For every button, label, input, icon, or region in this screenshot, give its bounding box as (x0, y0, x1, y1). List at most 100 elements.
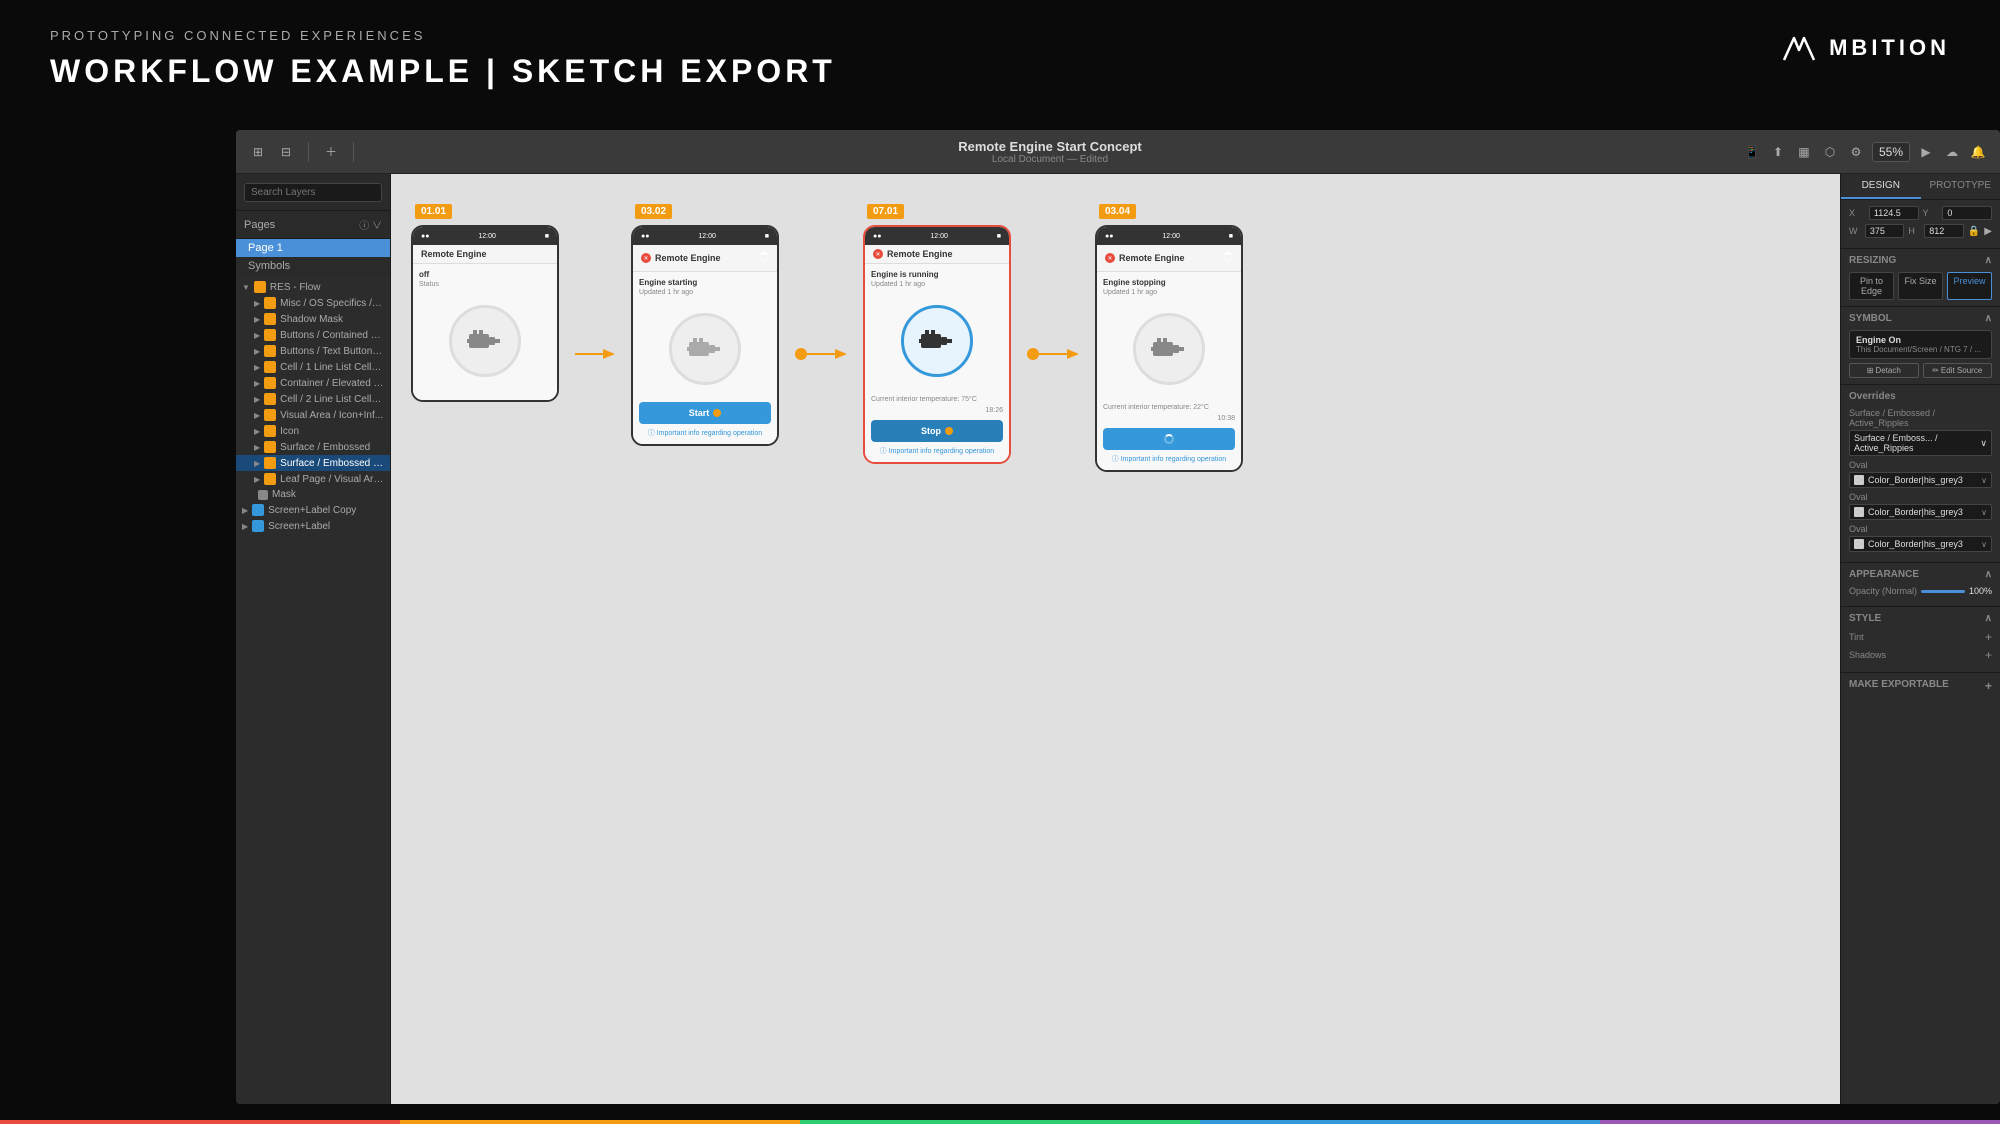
opacity-slider[interactable] (1921, 590, 1965, 593)
lock-ratio-icon[interactable]: 🔒 (1968, 226, 1980, 237)
override-label-2: Oval (1849, 460, 1992, 470)
toolbar-play-icon[interactable]: ▶ (1916, 142, 1936, 162)
layer-res-flow[interactable]: ▼ RES - Flow (236, 279, 390, 295)
loading-spinner-4 (1223, 252, 1233, 262)
layer-misc-os[interactable]: ▶ Misc / OS Specifics / I... (236, 295, 390, 311)
layer-icon (264, 361, 276, 373)
xy-row: X 1124.5 Y 0 (1849, 206, 1992, 220)
override-item-1: Surface / Embossed / Active_Ripples Surf… (1849, 408, 1992, 456)
layer-container-elevated[interactable]: ▶ Container / Elevated S... (236, 375, 390, 391)
phone-status-msg-2: Engine starting (639, 278, 771, 287)
style-collapse-icon[interactable]: ∧ (1985, 613, 1992, 624)
resizing-collapse-icon[interactable]: ∧ (1985, 255, 1992, 266)
x-value[interactable]: 1124.5 (1869, 206, 1919, 220)
zoom-level[interactable]: 55% (1872, 142, 1910, 162)
toolbar-connect-icon[interactable]: ⬡ (1820, 142, 1840, 162)
toolbar-more-icons[interactable]: ⚙ (1846, 142, 1866, 162)
symbols-page-item[interactable]: Symbols (236, 257, 390, 275)
fix-size-btn[interactable]: Fix Size (1898, 272, 1943, 300)
export-section: MAKE EXPORTABLE + (1841, 673, 2000, 703)
layer-cell-2line[interactable]: ▶ Cell / 2 Line List Cell /... (236, 391, 390, 407)
page-1-item[interactable]: Page 1 (236, 239, 390, 257)
pin-to-edge-btn[interactable]: Pin to Edge (1849, 272, 1894, 300)
layer-mask[interactable]: Mask (236, 487, 390, 502)
phone-status-sub-4: Updated 1 hr ago (1103, 289, 1235, 296)
layer-cell-1line[interactable]: ▶ Cell / 1 Line List Cell /... (236, 359, 390, 375)
edit-source-btn[interactable]: ✏ Edit Source (1923, 363, 1993, 378)
toolbar-view-icon-1[interactable]: ⊞ (248, 142, 268, 162)
phone-battery-1: ■ (545, 233, 549, 240)
toolbar-layout-icon[interactable]: ▦ (1794, 142, 1814, 162)
resizing-label: RESIZING (1849, 255, 1896, 266)
layer-buttons-text[interactable]: ▶ Buttons / Text Button /... (236, 343, 390, 359)
export-add-btn[interactable]: + (1985, 679, 1992, 693)
phone-status-bar-2: ●● 12:00 ■ (633, 227, 777, 245)
shadows-label: Shadows (1849, 650, 1886, 660)
phone-body-4: Engine stopping Updated 1 hr ago (1097, 272, 1241, 470)
phone-battery-3: ■ (997, 233, 1001, 240)
toolbar-notification-icon[interactable]: 🔔 (1968, 142, 1988, 162)
toolbar-device-icon[interactable]: 📱 (1742, 142, 1762, 162)
flow-step-2: 03.02 ●● 12:00 ■ ✕ Remote Engine (631, 204, 779, 446)
engine-circle-4 (1133, 313, 1205, 385)
flip-icon[interactable]: ▶ (1984, 226, 1992, 237)
layer-surface-embossed-selected[interactable]: ▶ Surface / Embossed /... (236, 455, 390, 471)
layer-expand-icon: ▶ (254, 299, 260, 308)
override-item-4: Oval Color_Border|his_grey3 ∨ (1849, 524, 1992, 552)
layer-visual-area[interactable]: ▶ Visual Area / Icon+Inf... (236, 407, 390, 423)
y-value[interactable]: 0 (1942, 206, 1992, 220)
h-value[interactable]: 812 (1924, 224, 1964, 238)
flow-step-1: 01.01 ●● 12:00 ■ Remote Engine off Statu (411, 204, 559, 402)
appearance-collapse-icon[interactable]: ∧ (1985, 569, 1992, 580)
toolbar-cloud-icon[interactable]: ☁ (1942, 142, 1962, 162)
tint-row: Tint + (1849, 630, 1992, 644)
phone-time-4: 12:00 (1162, 233, 1180, 240)
phone-info-2: ⓘ Important info regarding operation (639, 428, 771, 438)
panel-tabs: DESIGN PROTOTYPE (1841, 174, 2000, 200)
logo-text: MBITION (1829, 35, 1950, 61)
layer-leaf-page[interactable]: ▶ Leaf Page / Visual Are... (236, 471, 390, 487)
phone-spinner-4 (1223, 249, 1233, 267)
search-layers-input[interactable] (244, 183, 382, 202)
override-label-4: Oval (1849, 524, 1992, 534)
layer-icon[interactable]: ▶ Icon (236, 423, 390, 439)
phone-stop-button[interactable]: Stop (871, 420, 1003, 442)
layer-text: Leaf Page / Visual Are... (280, 474, 384, 485)
w-value[interactable]: 375 (1865, 224, 1905, 238)
color-arrow-4: ∨ (1981, 540, 1987, 549)
layer-text: Surface / Embossed (280, 442, 384, 453)
phone-carrier-2: ●● (641, 233, 649, 240)
preview-btn[interactable]: Preview (1947, 272, 1992, 300)
h-label: H (1908, 226, 1920, 236)
design-tab[interactable]: DESIGN (1841, 174, 1921, 199)
layer-screen-label[interactable]: ▶ Screen+Label (236, 518, 390, 534)
toolbar-view-icon-2[interactable]: ⊟ (276, 142, 296, 162)
phone-status-sub-3: Updated 1 hr ago (871, 281, 1003, 288)
layer-shadow-mask[interactable]: ▶ Shadow Mask (236, 311, 390, 327)
symbol-collapse-icon[interactable]: ∧ (1985, 313, 1992, 324)
phone-spinning-button[interactable] (1103, 428, 1235, 450)
toolbar-share-icon[interactable]: ⬆ (1768, 142, 1788, 162)
detach-btn[interactable]: ⊞ Detach (1849, 363, 1919, 378)
canvas-area[interactable]: 01.01 ●● 12:00 ■ Remote Engine off Statu (391, 174, 1840, 1104)
toolbar-sep-1 (308, 142, 309, 162)
toolbar-add-icon[interactable]: ＋ (321, 142, 341, 162)
phone-close-2[interactable]: ✕ (641, 253, 651, 263)
override-color-3[interactable]: Color_Border|his_grey3 ∨ (1849, 504, 1992, 520)
tint-add-btn[interactable]: + (1985, 630, 1992, 644)
shadows-add-btn[interactable]: + (1985, 648, 1992, 662)
layer-surface-embossed[interactable]: ▶ Surface / Embossed (236, 439, 390, 455)
opacity-label: Opacity (Normal) (1849, 586, 1917, 596)
pages-info-icon[interactable]: ⓘ ∨ (359, 217, 382, 232)
phone-close-4[interactable]: ✕ (1105, 253, 1115, 263)
layer-screen-label-copy[interactable]: ▶ Screen+Label Copy (236, 502, 390, 518)
override-select-1[interactable]: Surface / Emboss... / Active_Rippies ∨ (1849, 430, 1992, 456)
layer-expand-icon: ▶ (254, 379, 260, 388)
engine-svg-3 (919, 326, 955, 356)
phone-start-button[interactable]: Start (639, 402, 771, 424)
override-color-4[interactable]: Color_Border|his_grey3 ∨ (1849, 536, 1992, 552)
prototype-tab[interactable]: PROTOTYPE (1921, 174, 2000, 199)
override-color-2[interactable]: Color_Border|his_grey3 ∨ (1849, 472, 1992, 488)
layer-buttons-contained[interactable]: ▶ Buttons / Contained B... (236, 327, 390, 343)
phone-close-3[interactable]: ✕ (873, 249, 883, 259)
